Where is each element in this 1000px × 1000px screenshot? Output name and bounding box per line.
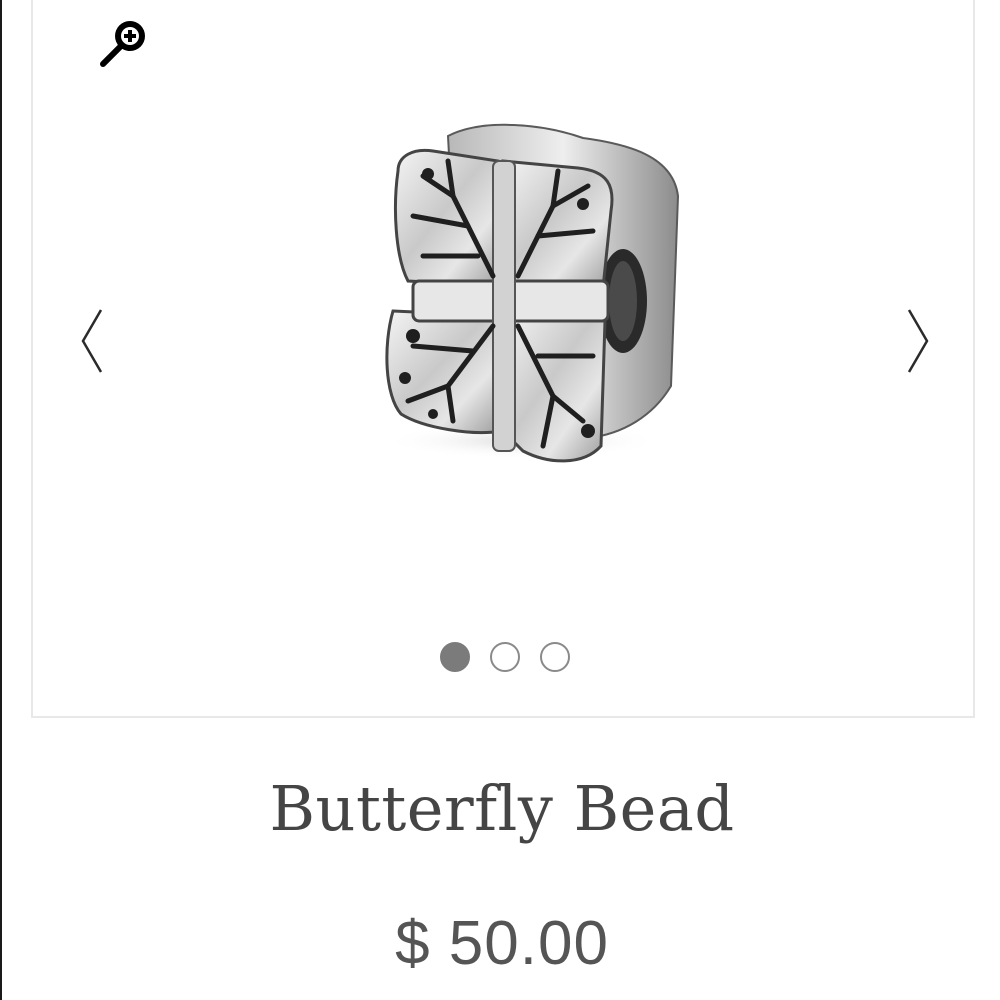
zoom-button[interactable] — [99, 18, 149, 68]
product-image-gallery — [31, 0, 975, 718]
product-image — [353, 116, 693, 476]
product-page: Butterfly Bead $ 50.00 — [0, 0, 1000, 1000]
previous-image-button[interactable] — [79, 306, 109, 376]
pagination-dot-3[interactable] — [540, 642, 570, 672]
chevron-left-icon — [81, 309, 103, 373]
gallery-pagination — [33, 642, 975, 672]
product-title: Butterfly Bead — [269, 772, 735, 845]
chevron-right-icon — [907, 309, 929, 373]
pagination-dot-1[interactable] — [440, 642, 470, 672]
product-price: $ 50.00 — [395, 909, 609, 978]
pagination-dot-2[interactable] — [490, 642, 520, 672]
zoom-in-icon — [100, 21, 145, 67]
next-image-button[interactable] — [901, 306, 931, 376]
